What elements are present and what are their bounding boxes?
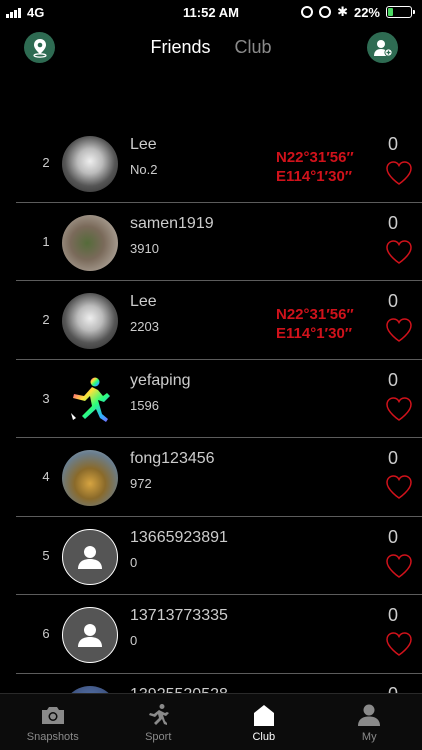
friend-name: fong123456 bbox=[130, 450, 215, 467]
add-user-icon bbox=[373, 39, 393, 57]
longitude: E114°1′30″ bbox=[276, 168, 353, 185]
heart-icon[interactable] bbox=[385, 553, 413, 579]
rank-number: 5 bbox=[42, 547, 50, 563]
heart-icon[interactable] bbox=[385, 474, 413, 500]
tab-my[interactable]: My bbox=[317, 694, 422, 750]
friend-name: Lee bbox=[130, 136, 157, 153]
like-count: 0 bbox=[387, 448, 398, 468]
heart-icon[interactable] bbox=[385, 160, 413, 186]
list-item[interactable]: 1 samen1919 3910 0 bbox=[0, 203, 422, 281]
friend-score: No.2 bbox=[130, 162, 158, 177]
rank-number: 2 bbox=[42, 155, 50, 170]
tab-snapshots[interactable]: Snapshots bbox=[0, 694, 106, 750]
heart-icon[interactable] bbox=[385, 239, 413, 265]
avatar[interactable] bbox=[62, 136, 118, 192]
avatar[interactable] bbox=[62, 528, 118, 585]
tab-club[interactable]: Club bbox=[235, 37, 272, 58]
list-item[interactable]: 2 Lee 2203 N22°31′56″ E114°1′30″ 0 bbox=[0, 281, 422, 360]
list-item[interactable]: 3 yefaping 1596 0 bbox=[0, 360, 422, 438]
list-item[interactable]: 4 fong123456 972 0 bbox=[0, 438, 422, 517]
friend-score: 972 bbox=[130, 476, 152, 491]
avatar[interactable] bbox=[62, 607, 118, 663]
tab-label: My bbox=[361, 731, 377, 743]
avatar[interactable] bbox=[62, 293, 118, 349]
friend-score: 3910 bbox=[130, 240, 159, 256]
runner-silhouette-icon bbox=[71, 377, 110, 422]
like-count: 0 bbox=[387, 526, 398, 547]
friend-name: yefaping bbox=[130, 371, 191, 389]
tab-friends[interactable]: Friends bbox=[150, 37, 210, 58]
friend-name: samen1919 bbox=[130, 214, 214, 232]
status-right: ✱ 22% bbox=[301, 4, 415, 20]
like-count: 0 bbox=[387, 212, 398, 233]
alarm-icon bbox=[319, 6, 332, 18]
avatar[interactable] bbox=[62, 214, 118, 271]
heart-icon[interactable] bbox=[385, 317, 413, 343]
battery-percent: 22% bbox=[353, 4, 380, 20]
friends-list: 2 Lee No.2 N22°31′56″ E114°1′30″ 0 1 sam… bbox=[0, 124, 422, 750]
bluetooth-icon: ✱ bbox=[337, 4, 348, 19]
list-item[interactable]: 5 13665923891 0 0 bbox=[0, 517, 422, 595]
rank-number: 4 bbox=[42, 469, 50, 484]
coordinates: N22°31′56″ E114°1′30″ bbox=[276, 305, 354, 343]
home-icon bbox=[253, 705, 274, 726]
like-count: 0 bbox=[387, 291, 398, 311]
longitude: E114°1′30″ bbox=[276, 325, 353, 342]
latitude: N22°31′56″ bbox=[276, 306, 354, 323]
user-icon bbox=[358, 704, 381, 726]
tab-sport[interactable]: Sport bbox=[106, 694, 212, 750]
rank-number: 6 bbox=[42, 626, 50, 641]
coordinates: N22°31′56″ E114°1′30″ bbox=[276, 148, 354, 186]
latitude: N22°31′56″ bbox=[276, 149, 354, 166]
like-count: 0 bbox=[387, 369, 398, 390]
bottom-tab-bar: Snapshots Sport Club My bbox=[0, 693, 422, 750]
tab-label: Sport bbox=[145, 731, 172, 743]
battery-icon bbox=[386, 6, 415, 18]
default-user-icon bbox=[78, 624, 102, 647]
friend-name: 13713773335 bbox=[130, 607, 228, 624]
location-lock-icon bbox=[301, 6, 314, 18]
like-count: 0 bbox=[387, 605, 398, 625]
tab-label: Snapshots bbox=[26, 731, 79, 743]
avatar[interactable] bbox=[62, 450, 118, 506]
running-icon bbox=[149, 704, 170, 725]
avatar[interactable] bbox=[62, 371, 118, 428]
friend-name: Lee bbox=[130, 293, 157, 310]
heart-icon[interactable] bbox=[385, 396, 413, 422]
add-friend-button[interactable] bbox=[367, 32, 398, 63]
friend-score: 0 bbox=[130, 554, 138, 570]
default-user-icon bbox=[78, 545, 102, 569]
friend-score: 1596 bbox=[130, 397, 159, 413]
rank-number: 2 bbox=[42, 312, 50, 327]
list-item[interactable]: 2 Lee No.2 N22°31′56″ E114°1′30″ 0 bbox=[0, 124, 422, 203]
friend-score: 0 bbox=[130, 633, 138, 648]
status-bar: 4G 11:52 AM ✱ 22% bbox=[0, 0, 422, 24]
tab-club[interactable]: Club bbox=[211, 694, 317, 750]
tab-label: Club bbox=[252, 731, 276, 743]
friend-name: 13665923891 bbox=[130, 528, 228, 546]
heart-icon[interactable] bbox=[385, 631, 413, 657]
rank-number: 3 bbox=[42, 390, 50, 406]
rank-number: 1 bbox=[42, 233, 50, 249]
friend-score: 2203 bbox=[130, 319, 159, 334]
like-count: 0 bbox=[387, 134, 398, 154]
top-tabs: Friends Club bbox=[0, 37, 422, 58]
list-item[interactable]: 6 13713773335 0 0 bbox=[0, 595, 422, 674]
camera-icon bbox=[41, 707, 64, 724]
header: Friends Club bbox=[0, 28, 422, 68]
